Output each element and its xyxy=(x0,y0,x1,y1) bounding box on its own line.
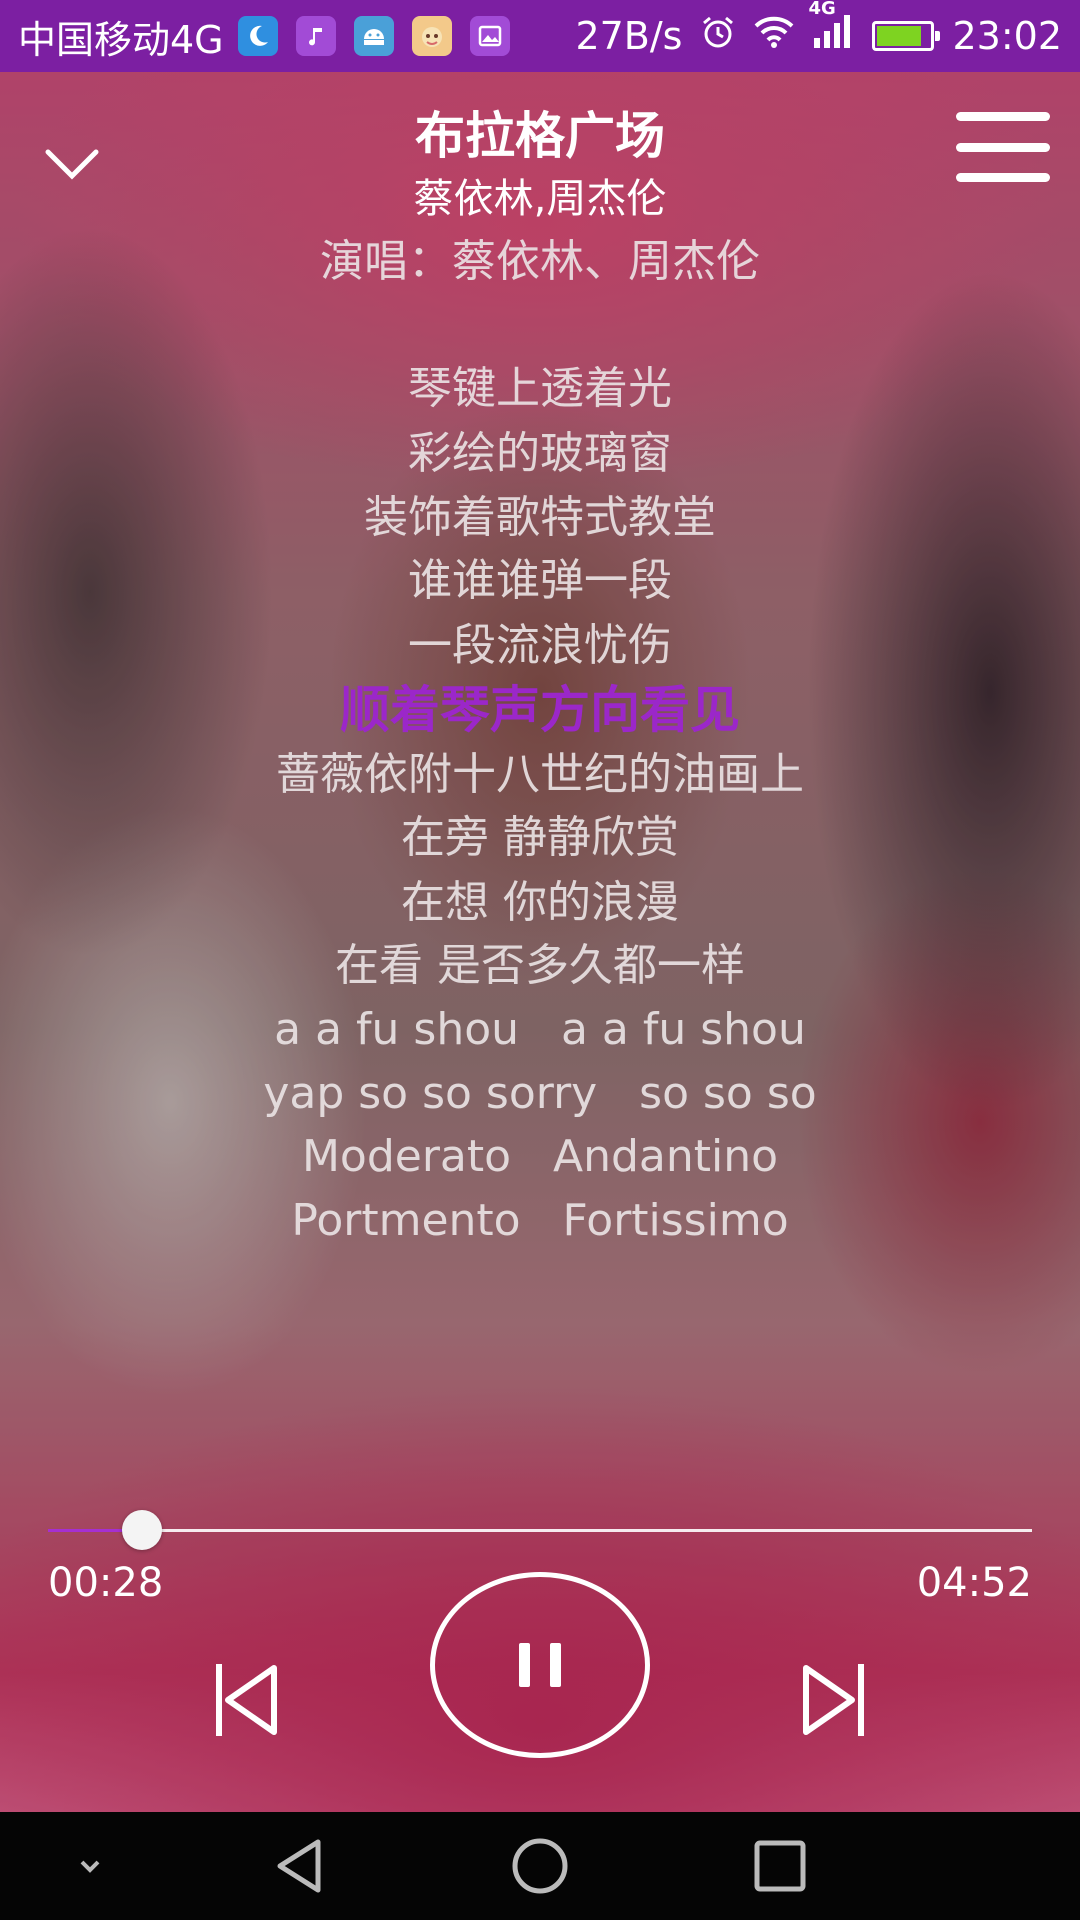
menu-icon-line xyxy=(956,112,1050,121)
lyric-line-current: 顺着琴声方向看见 xyxy=(340,681,740,739)
pause-icon xyxy=(509,1643,571,1687)
lyric-line: 谁谁谁弹一段 xyxy=(408,555,672,606)
song-artist: 蔡依林,周杰伦 xyxy=(413,176,667,222)
signal-icon: 4G xyxy=(808,0,852,59)
elapsed-time: 00:28 xyxy=(48,1560,164,1606)
previous-button[interactable] xyxy=(212,1660,282,1740)
clock: 23:02 xyxy=(952,14,1062,58)
network-speed: 27B/s xyxy=(575,14,683,58)
wifi-icon xyxy=(754,14,794,58)
battery-level xyxy=(877,26,922,46)
lyrics-view[interactable]: 布拉格广场演唱：蔡依林、周杰伦琴键上透着光彩绘的玻璃窗装饰着歌特式教堂谁谁谁弹一… xyxy=(0,232,1080,1502)
pause-icon-bar xyxy=(519,1643,530,1687)
lyric-line: 在想 你的浪漫 xyxy=(401,877,679,928)
lyric-line: 装饰着歌特式教堂 xyxy=(364,492,716,543)
back-triangle-icon xyxy=(277,1839,321,1893)
lyric-line: 一段流浪忧伤 xyxy=(408,620,672,671)
lyric-line: 琴键上透着光 xyxy=(408,363,672,414)
moon-icon xyxy=(237,16,278,56)
battery-icon xyxy=(872,21,941,51)
alarm-icon xyxy=(700,14,736,59)
status-left: 中国移动4G xyxy=(18,9,528,64)
system-navigation-bar xyxy=(0,1812,1080,1920)
player-header: 布拉格广场 蔡依林,周杰伦 xyxy=(0,72,1080,232)
lyric-line: 在看 是否多久都一样 xyxy=(335,940,745,991)
chevron-down-icon xyxy=(80,1860,100,1873)
lyric-line: yap so so sorry so so so xyxy=(263,1068,817,1119)
song-title: 布拉格广场 xyxy=(415,107,665,165)
recents-square-icon xyxy=(754,1840,806,1892)
lyric-line: 彩绘的玻璃窗 xyxy=(408,428,672,479)
music-player-screen: 中国移动4G 27B/s 4G 23:02 布拉格广场 蔡依林,周杰伦 演唱：蔡… xyxy=(0,0,1080,1920)
progress-bar[interactable] xyxy=(48,1510,1032,1550)
lyric-line: 蔷薇依附十八世纪的油画上 xyxy=(276,749,804,800)
carrier-label: 中国移动4G xyxy=(18,17,224,62)
lyric-line: 演唱：蔡依林、周杰伦 xyxy=(320,236,760,287)
pet-icon xyxy=(411,16,452,56)
total-time: 04:52 xyxy=(916,1560,1032,1606)
network-type-label: 4G xyxy=(808,0,836,19)
gallery-icon xyxy=(469,16,510,56)
status-bar: 中国移动4G 27B/s 4G 23:02 xyxy=(0,0,1080,72)
skip-previous-icon xyxy=(216,1664,277,1736)
skip-next-icon xyxy=(803,1664,864,1736)
music-icon xyxy=(295,16,336,56)
nav-hide-button[interactable] xyxy=(60,1836,120,1896)
android-icon xyxy=(353,16,394,56)
pause-icon-bar xyxy=(550,1643,561,1687)
home-circle-icon xyxy=(512,1838,568,1894)
nav-recents-button[interactable] xyxy=(750,1836,810,1896)
lyric-line: Portmento Fortissimo xyxy=(291,1195,789,1246)
status-right: 27B/s 4G 23:02 xyxy=(557,0,1062,59)
menu-button[interactable] xyxy=(956,102,1056,192)
pause-button[interactable] xyxy=(430,1572,650,1758)
nav-back-button[interactable] xyxy=(270,1836,330,1896)
menu-icon-line xyxy=(956,142,1050,152)
next-button[interactable] xyxy=(798,1660,868,1740)
menu-icon-line xyxy=(956,173,1050,182)
lyric-line: 在旁 静静欣赏 xyxy=(401,812,679,863)
nav-home-button[interactable] xyxy=(510,1836,570,1896)
lyric-line: a a fu shou a a fu shou xyxy=(274,1004,806,1055)
lyric-line: Moderato Andantino xyxy=(301,1131,779,1182)
